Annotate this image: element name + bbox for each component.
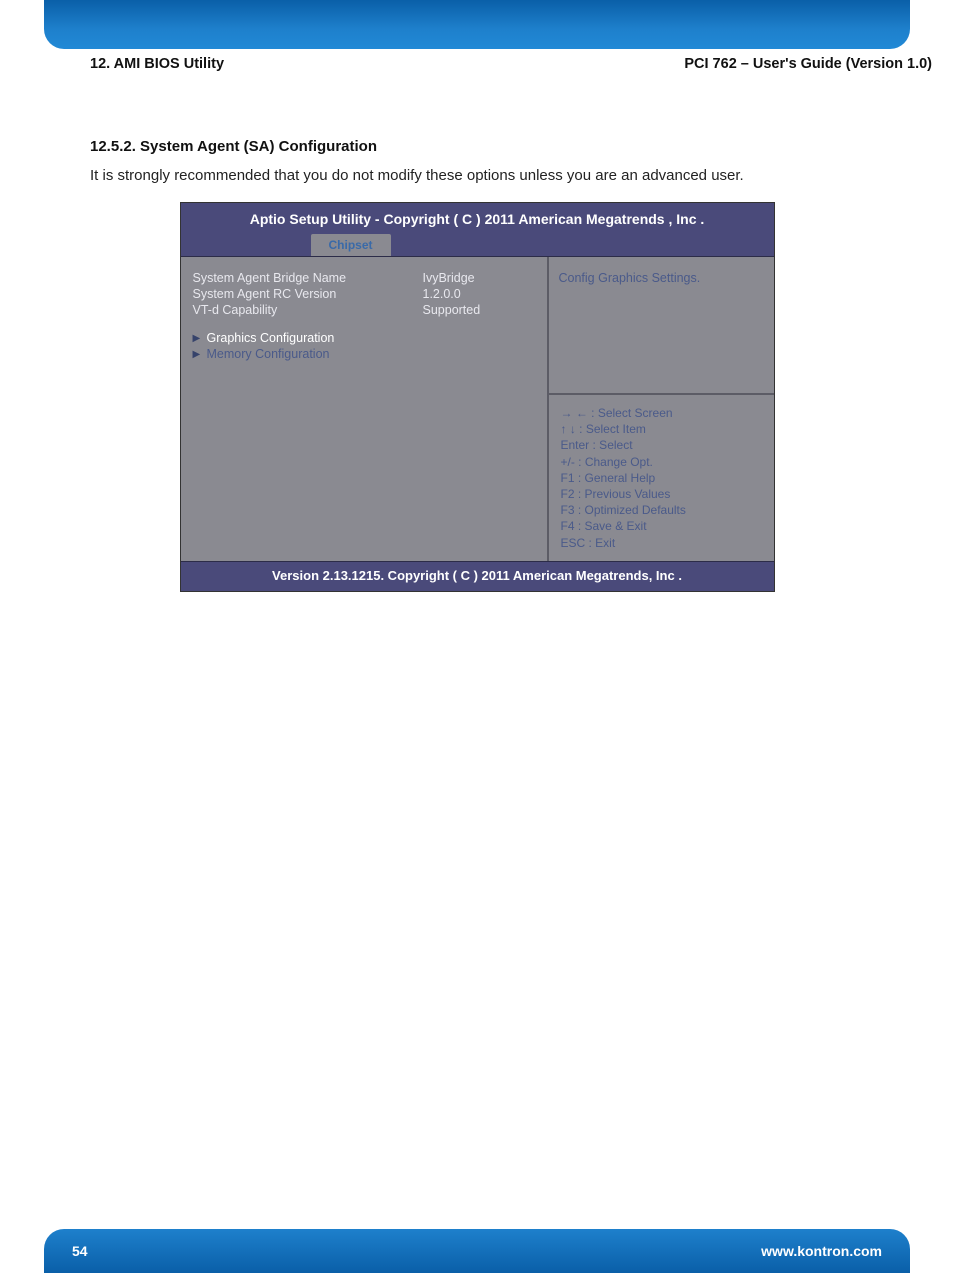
submenu-graphics-configuration[interactable]: ▶ Graphics Configuration — [193, 331, 537, 345]
submenu-label: Memory Configuration — [207, 347, 330, 361]
bios-submenu-list: ▶ Graphics Configuration ▶ Memory Config… — [193, 331, 537, 361]
bios-help-description: Config Graphics Settings. — [549, 257, 774, 395]
info-row: VT-d Capability Supported — [193, 303, 537, 317]
header-right: PCI 762 – User's Guide (Version 1.0) — [684, 56, 932, 72]
section-body: It is strongly recommended that you do n… — [90, 167, 864, 184]
help-line: +/- : Change Opt. — [561, 454, 764, 470]
help-line: ↑ ↓ : Select Item — [561, 421, 764, 437]
triangle-right-icon: ▶ — [193, 349, 207, 360]
header-left: 12. AMI BIOS Utility — [90, 56, 224, 72]
bios-screenshot: Aptio Setup Utility - Copyright ( C ) 20… — [180, 202, 775, 592]
help-line: Enter : Select — [561, 437, 764, 453]
help-line: F1 : General Help — [561, 470, 764, 486]
bios-key-legend: → ← : Select Screen ↑ ↓ : Select Item En… — [549, 395, 774, 561]
bios-tab-bar: Chipset — [181, 231, 774, 257]
section-heading: 12.5.2. System Agent (SA) Configuration — [90, 138, 864, 155]
bios-title: Aptio Setup Utility - Copyright ( C ) 20… — [181, 203, 774, 231]
bios-right-pane: Config Graphics Settings. → ← : Select S… — [549, 257, 774, 561]
triangle-right-icon: ▶ — [193, 333, 207, 344]
info-value: Supported — [423, 303, 481, 317]
info-label: VT-d Capability — [193, 303, 423, 317]
info-label: System Agent Bridge Name — [193, 271, 423, 285]
info-value: IvyBridge — [423, 271, 475, 285]
info-value: 1.2.0.0 — [423, 287, 461, 301]
bios-left-pane: System Agent Bridge Name IvyBridge Syste… — [181, 257, 549, 561]
info-row: System Agent Bridge Name IvyBridge — [193, 271, 537, 285]
help-line: → ← : Select Screen — [561, 405, 764, 421]
footer-url: www.kontron.com — [761, 1243, 882, 1259]
submenu-label: Graphics Configuration — [207, 331, 335, 345]
bios-footer: Version 2.13.1215. Copyright ( C ) 2011 … — [181, 561, 774, 591]
page-number: 54 — [72, 1243, 88, 1259]
help-line: F3 : Optimized Defaults — [561, 502, 764, 518]
help-line: ESC : Exit — [561, 535, 764, 551]
bios-tab-chipset[interactable]: Chipset — [311, 234, 391, 256]
help-line: F4 : Save & Exit — [561, 518, 764, 534]
page-bottom-bar: 54 www.kontron.com — [44, 1229, 910, 1273]
submenu-memory-configuration[interactable]: ▶ Memory Configuration — [193, 347, 537, 361]
info-label: System Agent RC Version — [193, 287, 423, 301]
page-content: 12.5.2. System Agent (SA) Configuration … — [90, 138, 864, 592]
info-row: System Agent RC Version 1.2.0.0 — [193, 287, 537, 301]
page-top-bar — [44, 0, 910, 49]
help-line: F2 : Previous Values — [561, 486, 764, 502]
page-header: 12. AMI BIOS Utility PCI 762 – User's Gu… — [90, 56, 932, 72]
